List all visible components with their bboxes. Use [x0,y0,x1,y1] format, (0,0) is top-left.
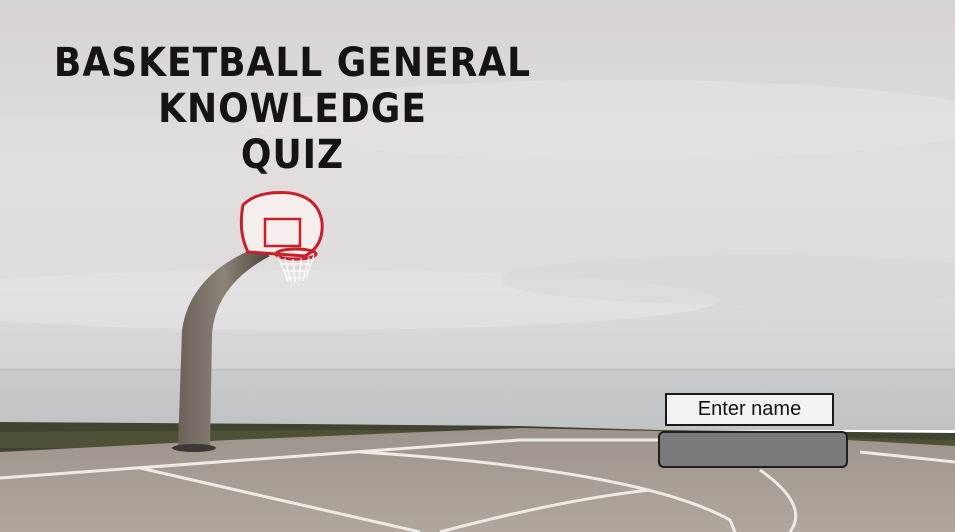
title-line-1: BASKETBALL GENERAL KNOWLEDGE [53,40,532,132]
pole-base [172,444,216,452]
page-title: BASKETBALL GENERAL KNOWLEDGE QUIZ [0,40,585,178]
enter-name-label: Enter name [665,393,834,426]
name-input[interactable] [658,431,848,468]
title-line-2: QUIZ [240,132,345,178]
